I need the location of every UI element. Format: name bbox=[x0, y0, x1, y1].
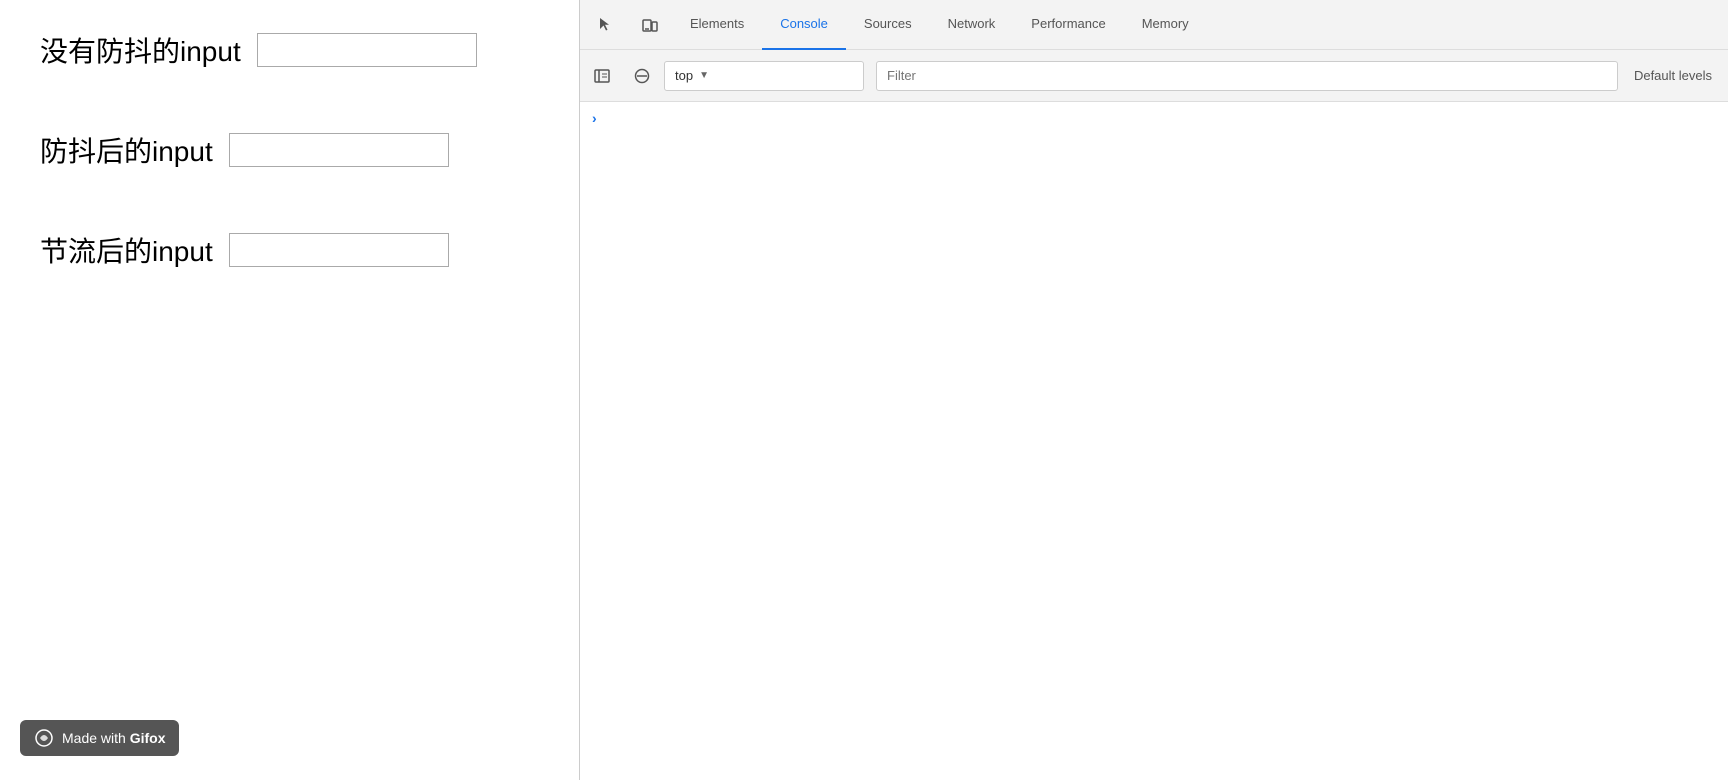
tab-memory[interactable]: Memory bbox=[1124, 0, 1207, 50]
console-filter-input[interactable] bbox=[876, 61, 1618, 91]
sidebar-icon bbox=[594, 68, 610, 84]
context-dropdown-arrow: ▼ bbox=[699, 70, 709, 81]
clear-console-button[interactable] bbox=[624, 58, 660, 94]
gifox-badge: Made with Gifox bbox=[20, 720, 179, 756]
left-panel: 没有防抖的input 防抖后的input 节流后的input Made with… bbox=[0, 0, 580, 780]
input-label-1: 没有防抖的input bbox=[40, 30, 241, 70]
devtools-panel: Elements Console Sources Network Perform… bbox=[580, 0, 1728, 780]
input-row-2: 防抖后的input bbox=[40, 130, 539, 170]
gifox-icon bbox=[34, 728, 54, 748]
tab-sources[interactable]: Sources bbox=[846, 0, 930, 50]
no-debounce-input[interactable] bbox=[257, 33, 477, 67]
context-selector[interactable]: top ▼ bbox=[664, 61, 864, 91]
input-label-2: 防抖后的input bbox=[40, 130, 213, 170]
input-label-3: 节流后的input bbox=[40, 230, 213, 270]
console-toolbar: top ▼ Default levels bbox=[580, 50, 1728, 102]
device-toggle-button[interactable] bbox=[628, 0, 672, 50]
context-value: top bbox=[675, 68, 693, 83]
tab-console[interactable]: Console bbox=[762, 0, 846, 50]
device-icon bbox=[641, 16, 659, 34]
console-content: › bbox=[580, 102, 1728, 780]
cursor-icon bbox=[597, 16, 615, 34]
input-row-1: 没有防抖的input bbox=[40, 30, 539, 70]
console-chevron[interactable]: › bbox=[580, 108, 1728, 128]
input-row-3: 节流后的input bbox=[40, 230, 539, 270]
tab-performance[interactable]: Performance bbox=[1013, 0, 1123, 50]
gifox-badge-text: Made with Gifox bbox=[62, 730, 165, 746]
devtools-toolbar: Elements Console Sources Network Perform… bbox=[580, 0, 1728, 50]
clear-icon bbox=[634, 68, 650, 84]
tab-elements[interactable]: Elements bbox=[672, 0, 762, 50]
default-levels-label: Default levels bbox=[1622, 68, 1724, 83]
tab-network[interactable]: Network bbox=[930, 0, 1014, 50]
inspect-element-button[interactable] bbox=[584, 0, 628, 50]
throttle-input[interactable] bbox=[229, 233, 449, 267]
debounce-input[interactable] bbox=[229, 133, 449, 167]
sidebar-toggle-button[interactable] bbox=[584, 58, 620, 94]
